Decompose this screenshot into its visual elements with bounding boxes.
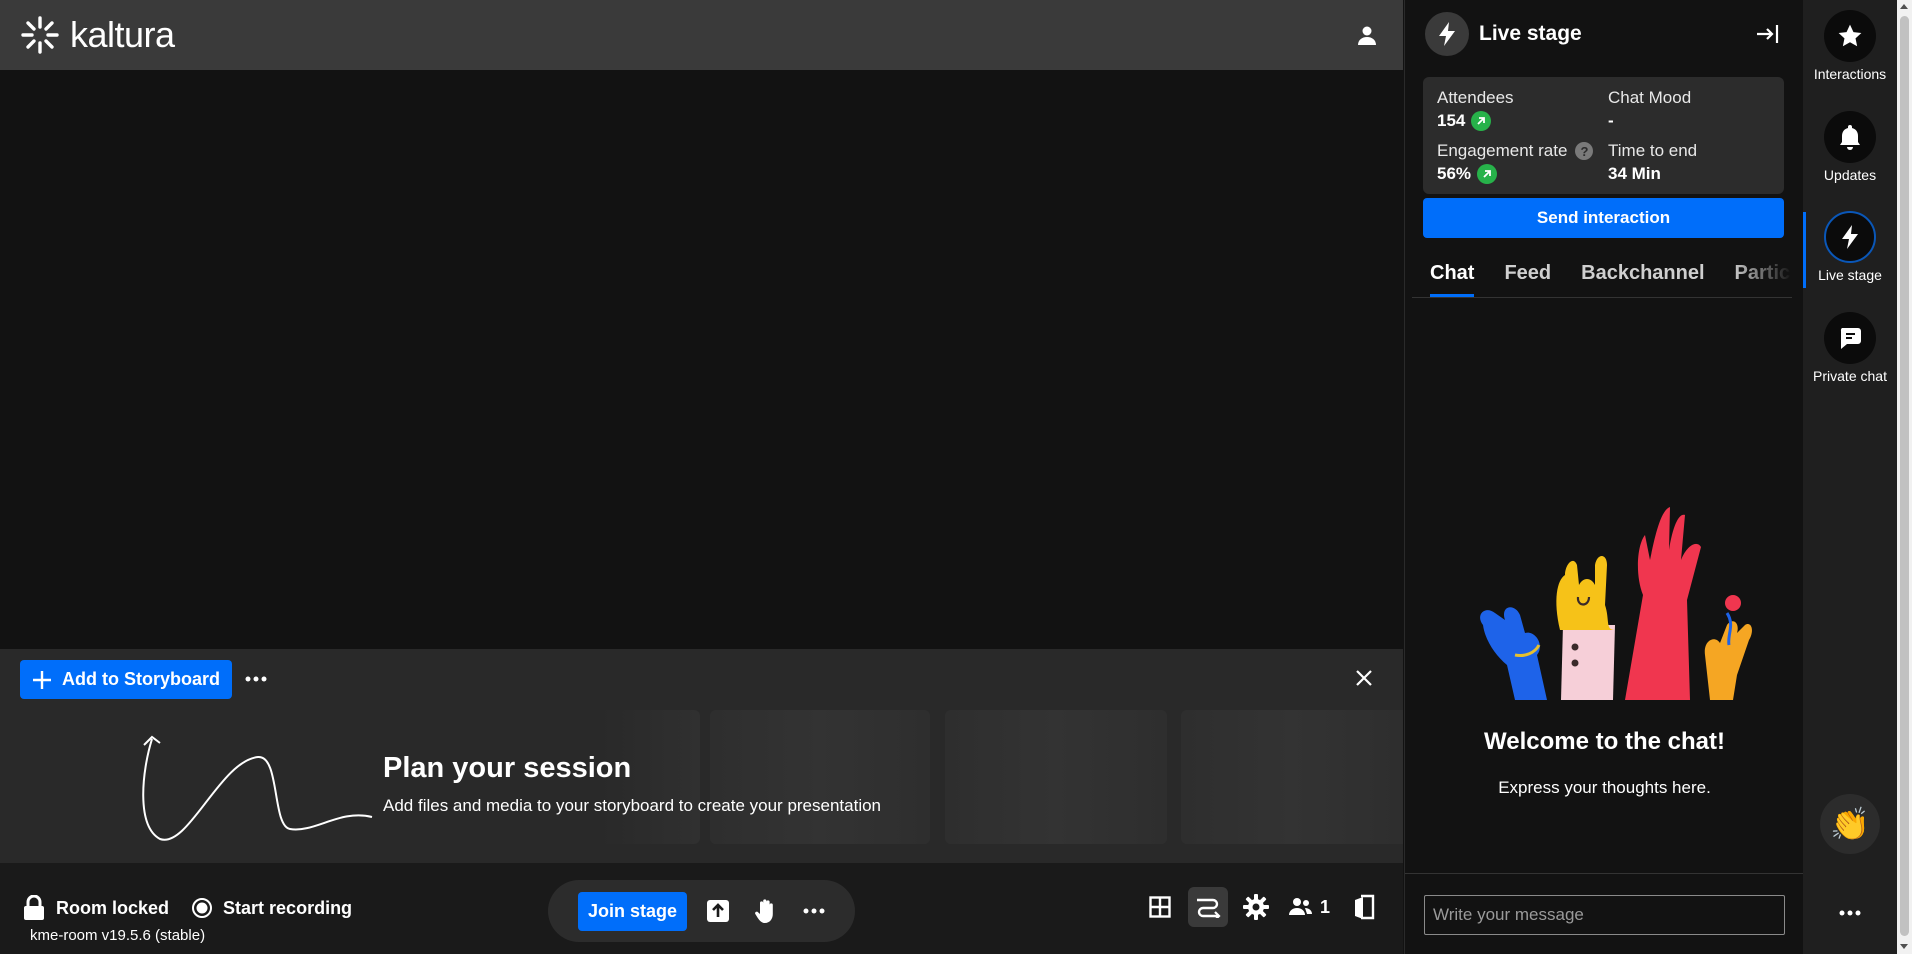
chat-bubble-icon — [1824, 312, 1876, 364]
page-scrollbar[interactable] — [1897, 0, 1912, 954]
chat-input-area — [1405, 873, 1804, 954]
participants-icon — [1289, 898, 1312, 915]
rail-item-live-stage[interactable]: Live stage — [1803, 211, 1897, 283]
scroll-down-arrow-icon[interactable] — [1900, 944, 1908, 949]
start-recording-button[interactable]: Start recording — [191, 897, 352, 919]
layout-grid-icon[interactable] — [1140, 887, 1180, 927]
stat-engagement-rate: Engagement rate ? 56% — [1437, 141, 1594, 184]
settings-gear-icon[interactable] — [1236, 887, 1276, 927]
tab-feed[interactable]: Feed — [1504, 248, 1551, 297]
bottom-control-bar: Room locked Start recording kme-room v19… — [0, 863, 1403, 954]
stat-value: - — [1608, 111, 1614, 130]
start-recording-label: Start recording — [223, 897, 353, 918]
room-locked-toggle[interactable]: Room locked — [22, 895, 169, 921]
stat-label: Attendees — [1437, 88, 1514, 107]
user-icon[interactable] — [1351, 19, 1383, 51]
storyboard-more-icon[interactable] — [243, 666, 269, 692]
rail-item-label: Live stage — [1818, 267, 1882, 283]
storyboard-placeholder-slot — [945, 710, 1167, 844]
rail-item-label: Updates — [1823, 167, 1877, 183]
storyboard-panel: Add to Storyboard Plan your session Add … — [0, 649, 1403, 863]
stat-attendees: Attendees 154 — [1437, 88, 1514, 131]
leave-room-icon[interactable] — [1346, 890, 1380, 924]
stage-video-area — [0, 70, 1403, 649]
kaltura-burst-icon — [21, 16, 59, 54]
record-icon — [192, 898, 213, 918]
chat-message-input[interactable] — [1424, 895, 1785, 935]
rail-item-interactions[interactable]: Interactions — [1803, 10, 1897, 82]
storyboard-placeholder-slot — [1181, 710, 1403, 844]
lightning-icon — [1824, 211, 1876, 263]
star-icon — [1824, 10, 1876, 62]
live-stage-panel: Live stage Attendees 154 Chat Mood - Eng… — [1404, 0, 1804, 954]
add-to-storyboard-label: Add to Storyboard — [62, 669, 220, 689]
lightning-icon — [1425, 12, 1469, 56]
stage-controls-pill: Join stage — [548, 880, 855, 942]
chat-welcome-title: Welcome to the chat! — [1484, 728, 1725, 755]
stat-value: 34 Min — [1608, 164, 1661, 183]
live-stage-title: Live stage — [1479, 22, 1582, 45]
storyboard-title: Plan your session — [383, 752, 632, 784]
collapse-panel-icon[interactable] — [1753, 20, 1781, 48]
stat-chat-mood: Chat Mood - — [1608, 88, 1691, 131]
stat-value: 154 — [1437, 111, 1466, 130]
lock-icon — [24, 895, 44, 920]
chat-welcome-subtitle: Express your thoughts here. — [1498, 778, 1711, 797]
chat-tabs: Chat Feed Backchannel Participants — [1412, 248, 1792, 298]
join-stage-button[interactable]: Join stage — [578, 891, 688, 931]
rail-item-updates[interactable]: Updates — [1803, 111, 1897, 183]
storyboard-placeholder-slot — [710, 710, 930, 844]
clap-reaction-icon[interactable]: 👏 — [1820, 794, 1880, 854]
rail-more-icon[interactable] — [1835, 900, 1865, 926]
tab-participants[interactable]: Participants — [1735, 248, 1792, 297]
version-label: kme-room v19.5.6 (stable) — [30, 927, 206, 944]
rail-item-label: Interactions — [1813, 66, 1887, 82]
kaltura-logo: kaltura — [20, 14, 175, 56]
stat-value: 56% — [1437, 164, 1472, 183]
raise-hand-icon[interactable] — [749, 894, 783, 928]
scroll-up-arrow-icon[interactable] — [1900, 4, 1908, 9]
share-upload-icon[interactable] — [701, 894, 735, 928]
raised-hands-illustration — [1480, 507, 1752, 700]
storyboard-subtitle: Add files and media to your storyboard t… — [383, 796, 882, 815]
tab-chat[interactable]: Chat — [1430, 248, 1475, 297]
close-storyboard-icon[interactable] — [1350, 664, 1378, 692]
squiggle-arrow-illustration — [142, 735, 373, 841]
stat-label: Engagement rate — [1437, 141, 1568, 160]
plus-icon — [33, 670, 51, 689]
trend-up-icon — [1477, 164, 1498, 184]
rail-item-private-chat[interactable]: Private chat — [1803, 312, 1897, 384]
top-header: kaltura — [0, 0, 1403, 70]
help-icon[interactable]: ? — [1575, 142, 1594, 160]
right-rail: Interactions Updates Live stage Private … — [1803, 0, 1897, 954]
stat-time-to-end: Time to end 34 Min — [1608, 141, 1697, 184]
send-interaction-button[interactable]: Send interaction — [1423, 198, 1784, 238]
stat-label: Time to end — [1608, 141, 1698, 160]
add-to-storyboard-button[interactable]: Add to Storyboard — [20, 660, 232, 699]
tab-backchannel[interactable]: Backchannel — [1581, 248, 1704, 297]
scrollbar-thumb[interactable] — [1900, 16, 1909, 936]
trend-up-icon — [1471, 111, 1492, 131]
flow-mode-icon[interactable] — [1188, 887, 1228, 927]
room-locked-label: Room locked — [56, 897, 170, 918]
participants-count: 1 — [1320, 896, 1331, 917]
bell-icon — [1824, 111, 1876, 163]
logo-text: kaltura — [70, 14, 175, 55]
participants-button[interactable]: 1 — [1288, 897, 1330, 918]
engagement-stats-card: Attendees 154 Chat Mood - Engagement rat… — [1423, 77, 1784, 194]
stat-label: Chat Mood — [1608, 88, 1692, 107]
rail-item-label: Private chat — [1813, 368, 1887, 384]
more-options-icon[interactable] — [797, 894, 831, 928]
